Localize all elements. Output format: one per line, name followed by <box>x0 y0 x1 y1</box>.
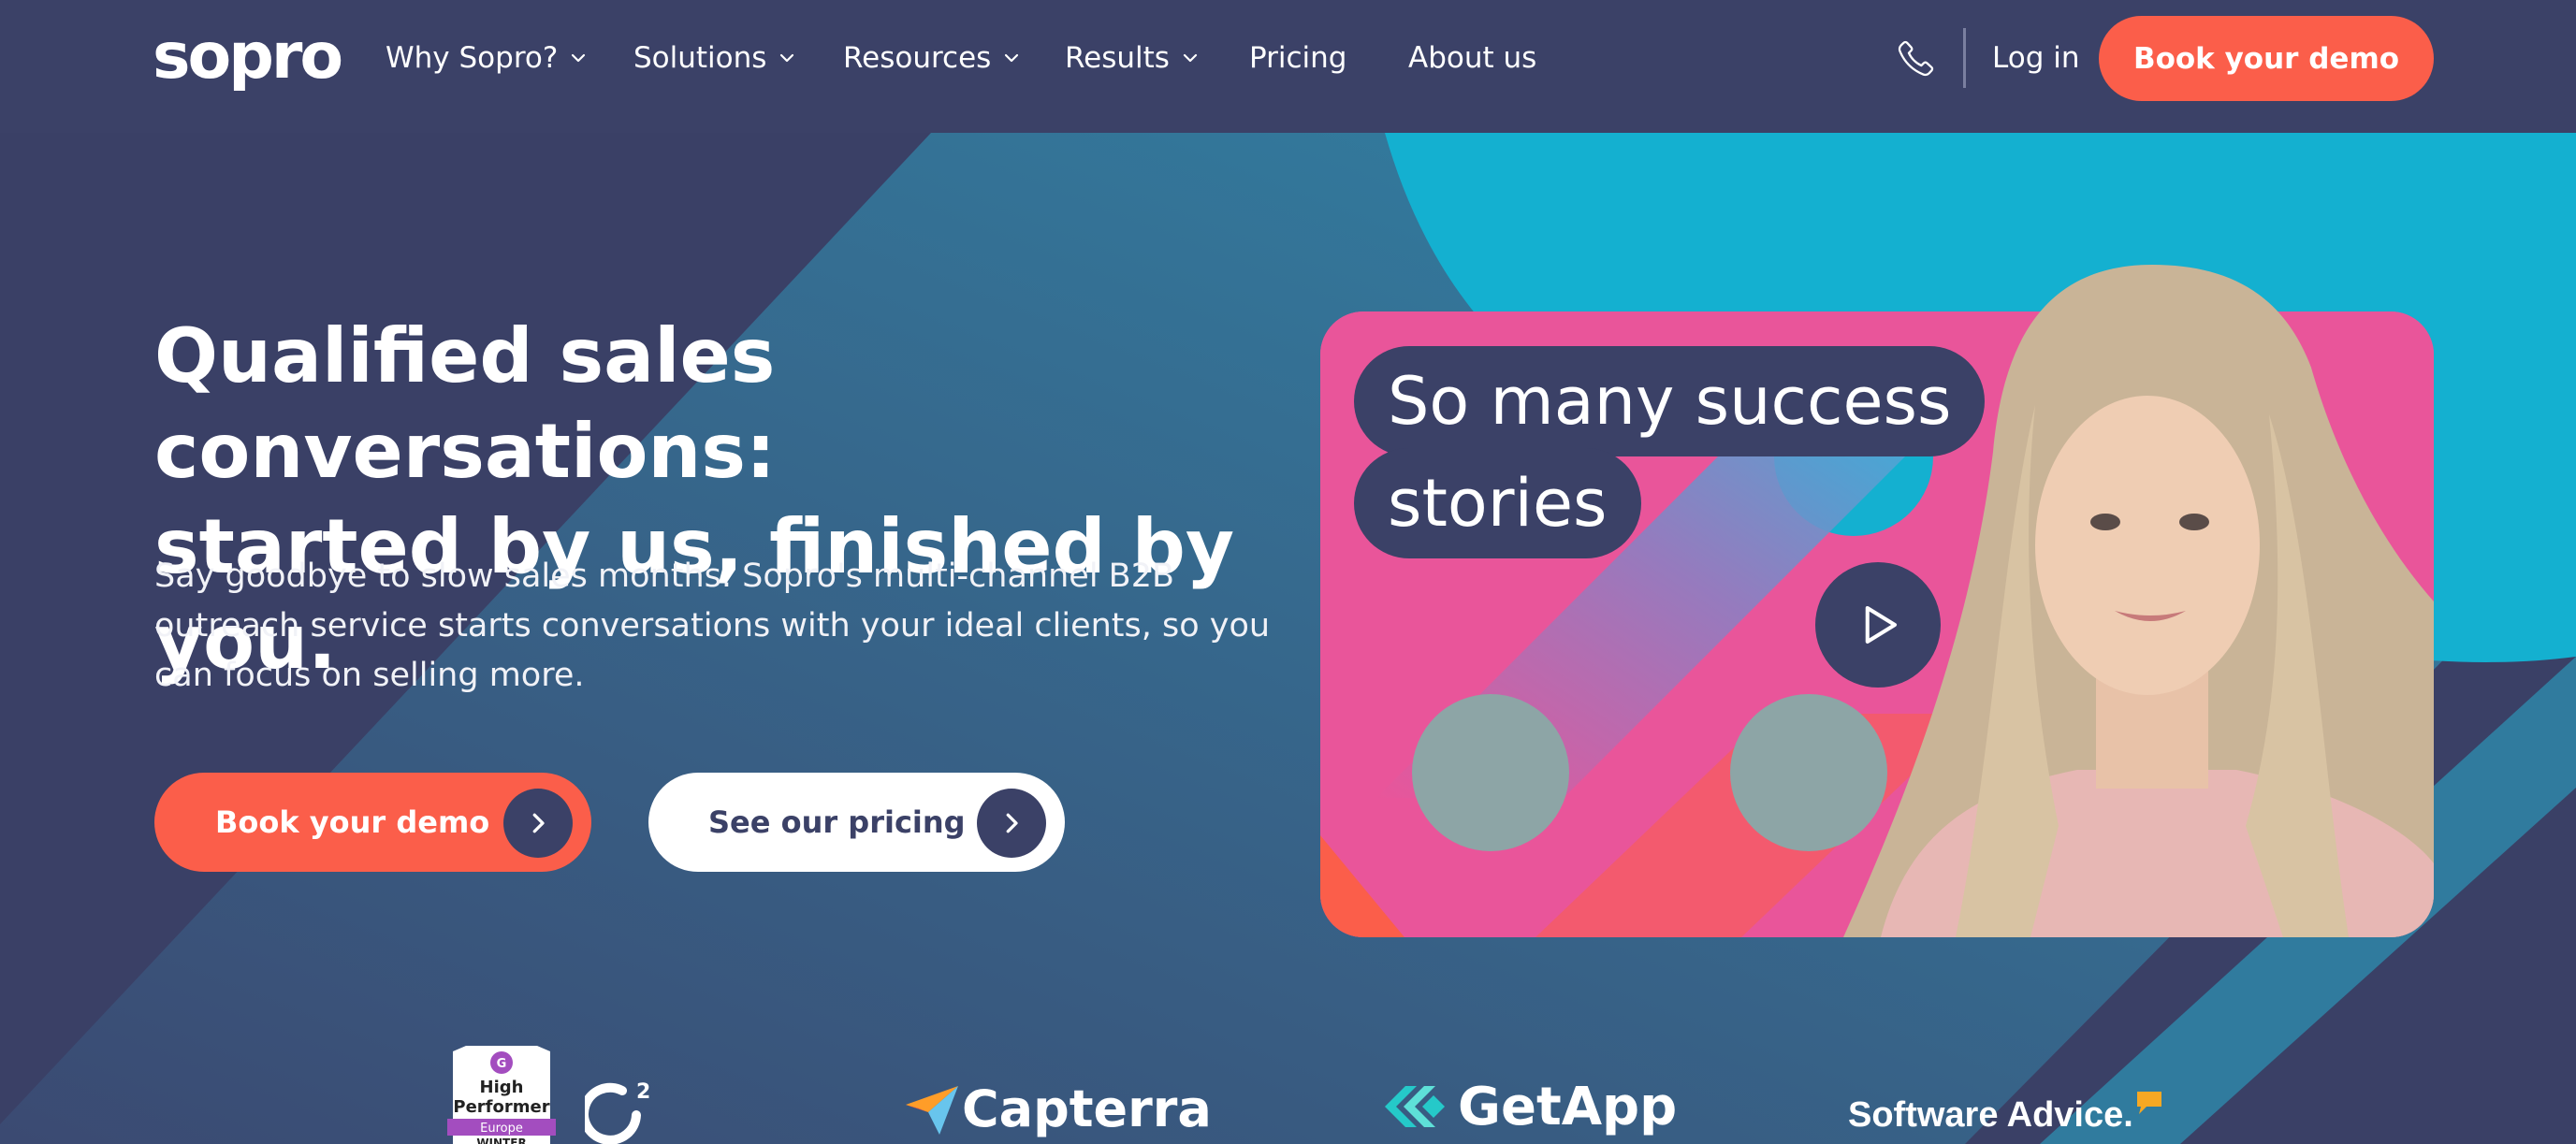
software-advice-logo: Software Advice. <box>1848 1087 2163 1143</box>
video-caption-line-2: stories <box>1354 448 1641 558</box>
hero-subtext: Say goodbye to slow sales months. Sopro'… <box>154 552 1277 701</box>
nav-item-label: Solutions <box>633 41 767 75</box>
nav-item-label: About us <box>1408 41 1537 75</box>
capterra-text: Capterra <box>962 1079 1212 1138</box>
badge-performer-text: Performer <box>453 1097 549 1117</box>
book-demo-hero-button[interactable]: Book your demo <box>154 773 591 872</box>
g2-high-performer-badge: G High Performer Europe WINTER <box>447 1046 556 1144</box>
badge-region-text: Europe <box>480 1122 523 1136</box>
getapp-logo: GetApp <box>1385 1074 1677 1139</box>
button-label: Book your demo <box>215 804 490 840</box>
nav-item-label: Why Sopro? <box>386 41 559 75</box>
capterra-logo: Capterra <box>906 1076 1212 1141</box>
getapp-chevrons-icon <box>1385 1086 1445 1127</box>
subtext-line-2: outreach service starts conversations wi… <box>154 607 1271 644</box>
nav-item-resources[interactable]: Resources <box>843 37 1023 79</box>
sopro-logo[interactable]: sopro <box>153 24 343 90</box>
logo-text: sopro <box>153 20 343 94</box>
book-demo-nav-button[interactable]: Book your demo <box>2099 16 2434 101</box>
chevron-down-icon <box>1005 53 1019 63</box>
see-pricing-button[interactable]: See our pricing <box>648 773 1065 872</box>
speech-bubble-icon <box>2136 1092 2161 1114</box>
nav-item-results[interactable]: Results <box>1065 37 1201 79</box>
software-advice-text: Software Advice. <box>1848 1094 2133 1135</box>
login-link[interactable]: Log in <box>1992 37 2079 79</box>
play-button[interactable] <box>1815 562 1941 688</box>
review-logos-row: G High Performer Europe WINTER 2 Capterr… <box>0 1029 2576 1144</box>
headline-line-1: Qualified sales conversations: <box>154 312 776 495</box>
play-icon <box>1865 605 1898 644</box>
subtext-line-1: Say goodbye to slow sales months. Sopro'… <box>154 558 1174 595</box>
nav-item-label: Results <box>1065 41 1170 75</box>
svg-text:G: G <box>497 1057 507 1071</box>
nav-divider <box>1963 28 1966 88</box>
svg-text:2: 2 <box>636 1080 650 1104</box>
capterra-arrow-icon <box>906 1086 958 1135</box>
chevron-down-icon <box>780 53 794 63</box>
phone-icon[interactable] <box>1895 36 1938 80</box>
getapp-text: GetApp <box>1458 1076 1678 1137</box>
arrow-right-icon <box>977 789 1046 858</box>
chevron-down-icon <box>572 53 586 63</box>
nav-item-pricing[interactable]: Pricing <box>1249 37 1347 79</box>
chevron-down-icon <box>1183 53 1198 63</box>
nav-item-label: Pricing <box>1249 41 1347 75</box>
badge-season-text: WINTER <box>476 1137 526 1144</box>
nav-item-about-us[interactable]: About us <box>1408 37 1536 79</box>
button-label: See our pricing <box>708 804 966 840</box>
subtext-line-3: can focus on selling more. <box>154 657 585 694</box>
video-caption-line-1: So many success <box>1354 346 1986 456</box>
g2-logo-icon: 2 <box>585 1080 650 1144</box>
nav-item-solutions[interactable]: Solutions <box>633 37 798 79</box>
badge-high-text: High <box>480 1078 524 1097</box>
top-navigation: sopro Why Sopro? Solutions Resources Res… <box>0 0 2576 133</box>
arrow-right-icon <box>503 789 573 858</box>
nav-item-why-sopro[interactable]: Why Sopro? <box>386 37 589 79</box>
nav-item-label: Resources <box>843 41 992 75</box>
